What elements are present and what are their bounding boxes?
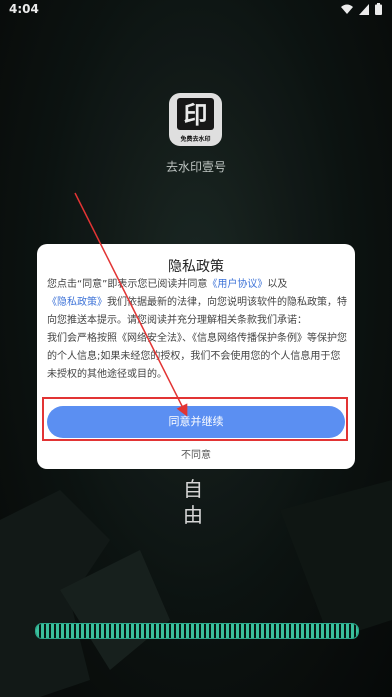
dialog-paragraph-1: 您点击“同意”即表示您已阅读并同意《用户协议》以及《隐私政策》我们依据最新的法律… bbox=[47, 279, 347, 326]
dialog-body: 您点击“同意”即表示您已阅读并同意《用户协议》以及《隐私政策》我们依据最新的法律… bbox=[47, 276, 347, 384]
disagree-button[interactable]: 不同意 bbox=[37, 446, 355, 461]
agree-button[interactable]: 同意并继续 bbox=[47, 406, 345, 438]
user-agreement-link[interactable]: 《用户协议》 bbox=[207, 279, 267, 290]
dialog-title: 隐私政策 bbox=[168, 259, 224, 275]
dialog-paragraph-2: 我们会严格按照《网络安全法》、《信息网络传播保护条例》等保护您的个人信息;如果未… bbox=[47, 333, 347, 380]
privacy-policy-link[interactable]: 《隐私政策》 bbox=[47, 297, 107, 308]
privacy-dialog: 隐私政策 您点击“同意”即表示您已阅读并同意《用户协议》以及《隐私政策》我们依据… bbox=[37, 244, 355, 469]
